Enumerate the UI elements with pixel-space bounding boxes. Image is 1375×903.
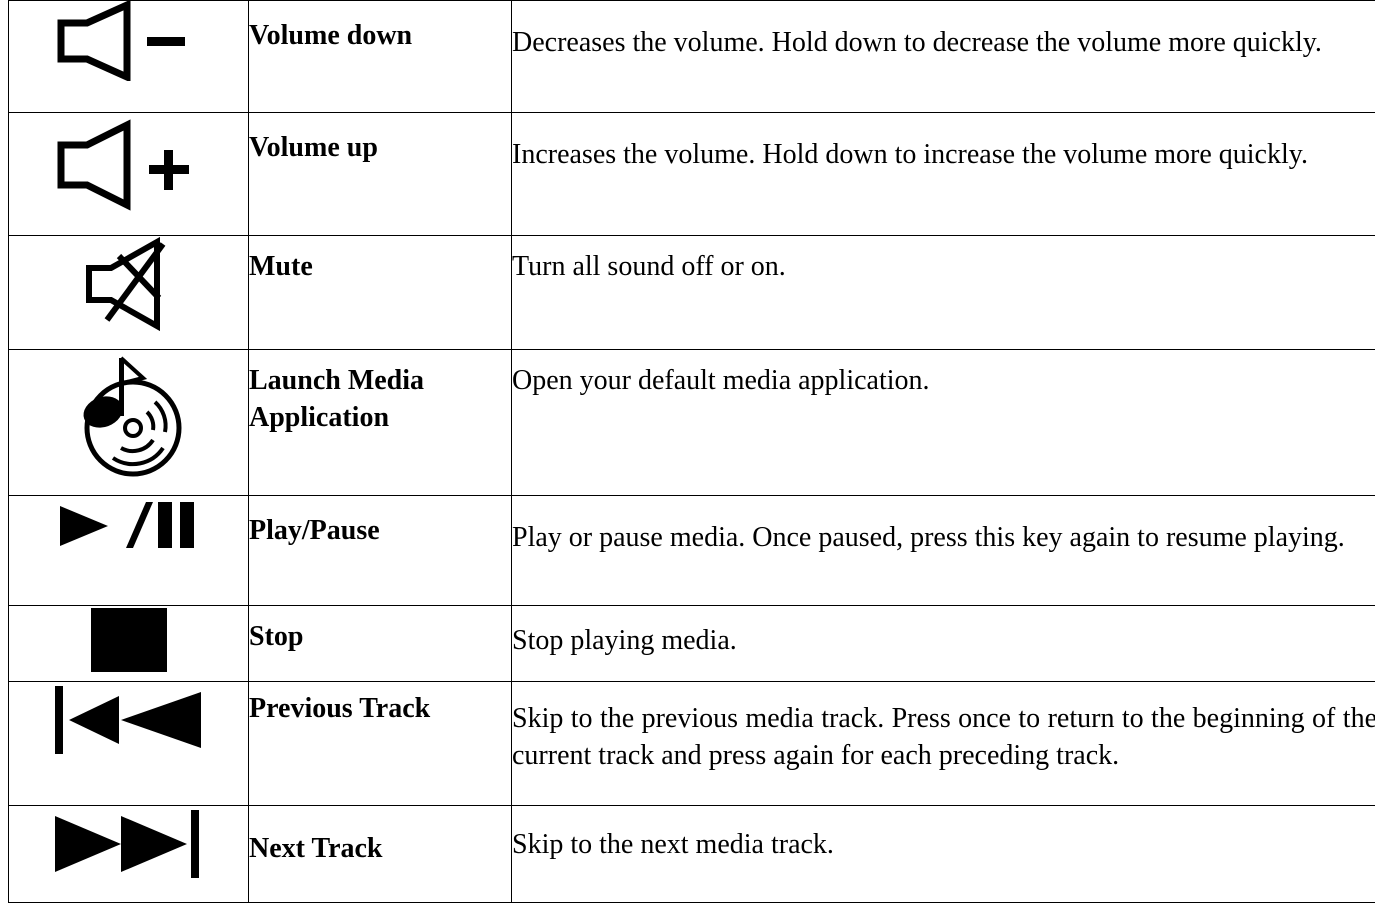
media-keys-table: Volume down Decreases the volume. Hold d… [8, 0, 1375, 903]
table-row: Volume up Increases the volume. Hold dow… [9, 113, 1375, 236]
table-row: Previous Track Skip to the previous medi… [9, 682, 1375, 806]
key-description-cell: Increases the volume. Hold down to incre… [512, 113, 1375, 236]
media-disc-icon [9, 350, 248, 480]
stop-icon [9, 606, 248, 674]
key-name-cell: Stop [249, 606, 512, 682]
key-description: Turn all sound off or on. [512, 236, 1375, 285]
key-name: Play/Pause [249, 496, 511, 549]
icon-cell [9, 496, 249, 606]
table-row: Volume down Decreases the volume. Hold d… [9, 1, 1375, 113]
volume-up-icon [9, 113, 248, 213]
key-name: Volume up [249, 113, 511, 166]
key-description: Open your default media application. [512, 350, 1375, 399]
table-row: Next Track Skip to the next media track. [9, 806, 1375, 903]
key-description-cell: Skip to the next media track. [512, 806, 1375, 903]
previous-track-icon [9, 682, 248, 758]
key-name-cell: Volume down [249, 1, 512, 113]
key-description: Play or pause media. Once paused, press … [512, 496, 1375, 556]
key-name-cell: Next Track [249, 806, 512, 903]
key-name-cell: Previous Track [249, 682, 512, 806]
key-description-cell: Skip to the previous media track. Press … [512, 682, 1375, 806]
icon-cell [9, 806, 249, 903]
key-description: Skip to the previous media track. Press … [512, 682, 1375, 774]
key-name: Stop [249, 606, 511, 655]
table-row: Play/Pause Play or pause media. Once pau… [9, 496, 1375, 606]
key-name: Mute [249, 236, 511, 285]
key-description: Decreases the volume. Hold down to decre… [512, 1, 1375, 61]
icon-cell [9, 606, 249, 682]
key-description-cell: Turn all sound off or on. [512, 236, 1375, 350]
key-name-cell: Volume up [249, 113, 512, 236]
icon-cell [9, 682, 249, 806]
key-description: Skip to the next media track. [512, 806, 1375, 863]
play-pause-icon [9, 496, 248, 556]
table-row: Mute Turn all sound off or on. [9, 236, 1375, 350]
key-name-cell: Play/Pause [249, 496, 512, 606]
icon-cell [9, 1, 249, 113]
key-description-cell: Decreases the volume. Hold down to decre… [512, 1, 1375, 113]
icon-cell [9, 113, 249, 236]
key-description: Increases the volume. Hold down to incre… [512, 113, 1375, 173]
icon-cell [9, 236, 249, 350]
next-track-icon [9, 806, 248, 882]
key-description-cell: Stop playing media. [512, 606, 1375, 682]
key-name: Volume down [249, 1, 511, 54]
key-description-cell: Open your default media application. [512, 350, 1375, 496]
key-description-cell: Play or pause media. Once paused, press … [512, 496, 1375, 606]
table-row: Launch Media Application Open your defau… [9, 350, 1375, 496]
icon-cell [9, 350, 249, 496]
key-name-cell: Mute [249, 236, 512, 350]
key-name: Previous Track [249, 682, 511, 727]
key-name: Launch Media Application [249, 350, 511, 436]
key-name-cell: Launch Media Application [249, 350, 512, 496]
volume-down-icon [9, 1, 248, 81]
key-name: Next Track [249, 806, 511, 867]
mute-icon [9, 236, 248, 332]
table-row: Stop Stop playing media. [9, 606, 1375, 682]
key-description: Stop playing media. [512, 606, 1375, 659]
